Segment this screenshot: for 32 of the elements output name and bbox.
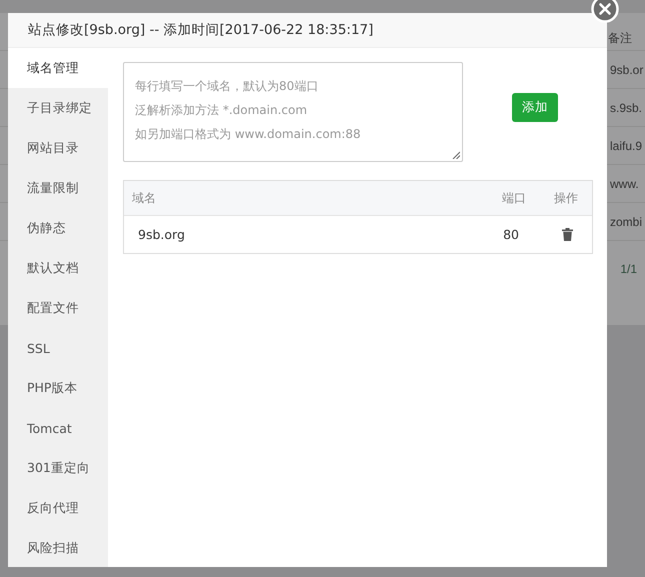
table-cell-text: 80 [502,227,520,242]
trash-icon[interactable] [562,228,573,241]
column-header: 端口 [501,190,527,206]
placeholder-text: 泛解析添加方法 *.domain.com [135,102,308,119]
placeholder-text: 每行填写一个域名，默认为80端口 [135,78,318,95]
table-cell: 9sb.or [610,62,644,76]
sidebar-item[interactable]: 301重定向 [8,448,108,488]
table-cell: laifu.9 [610,138,642,152]
resize-grip-icon[interactable] [452,151,460,159]
placeholder-text: 如另加端口格式为 www.domain.com:88 [135,126,361,143]
table-cell: www. [610,176,639,190]
sidebar-item[interactable]: 反向代理 [8,488,108,528]
dialog-title: 站点修改[9sb.org] -- 添加时间[2017-06-22 18:35:17] [28,21,374,39]
pagination-text: 1/1 [620,262,637,276]
sidebar-item[interactable]: 子目录绑定 [8,88,108,128]
table-cell: s.9sb. [610,100,642,114]
table-cell-text: 9sb.org [137,227,186,242]
sidebar-item[interactable]: SSL [8,328,108,368]
table-cell: zombi [610,214,642,228]
sidebar-item[interactable]: 伪静态 [8,208,108,248]
sidebar-item[interactable]: 网站目录 [8,128,108,168]
column-header: 备注 [608,30,632,46]
sidebar-item[interactable]: 配置文件 [8,288,108,328]
close-icon[interactable] [591,0,619,23]
sidebar-item[interactable]: 默认文档 [8,248,108,288]
sidebar-item[interactable]: Tomcat [8,408,108,448]
column-header: 操作 [553,190,579,206]
sidebar-item[interactable]: 流量限制 [8,168,108,208]
sidebar-item[interactable]: PHP版本 [8,368,108,408]
column-header: 域名 [131,190,157,206]
sidebar-item[interactable]: 域名管理 [8,48,108,88]
sidebar-item[interactable]: 风险扫描 [8,528,108,568]
